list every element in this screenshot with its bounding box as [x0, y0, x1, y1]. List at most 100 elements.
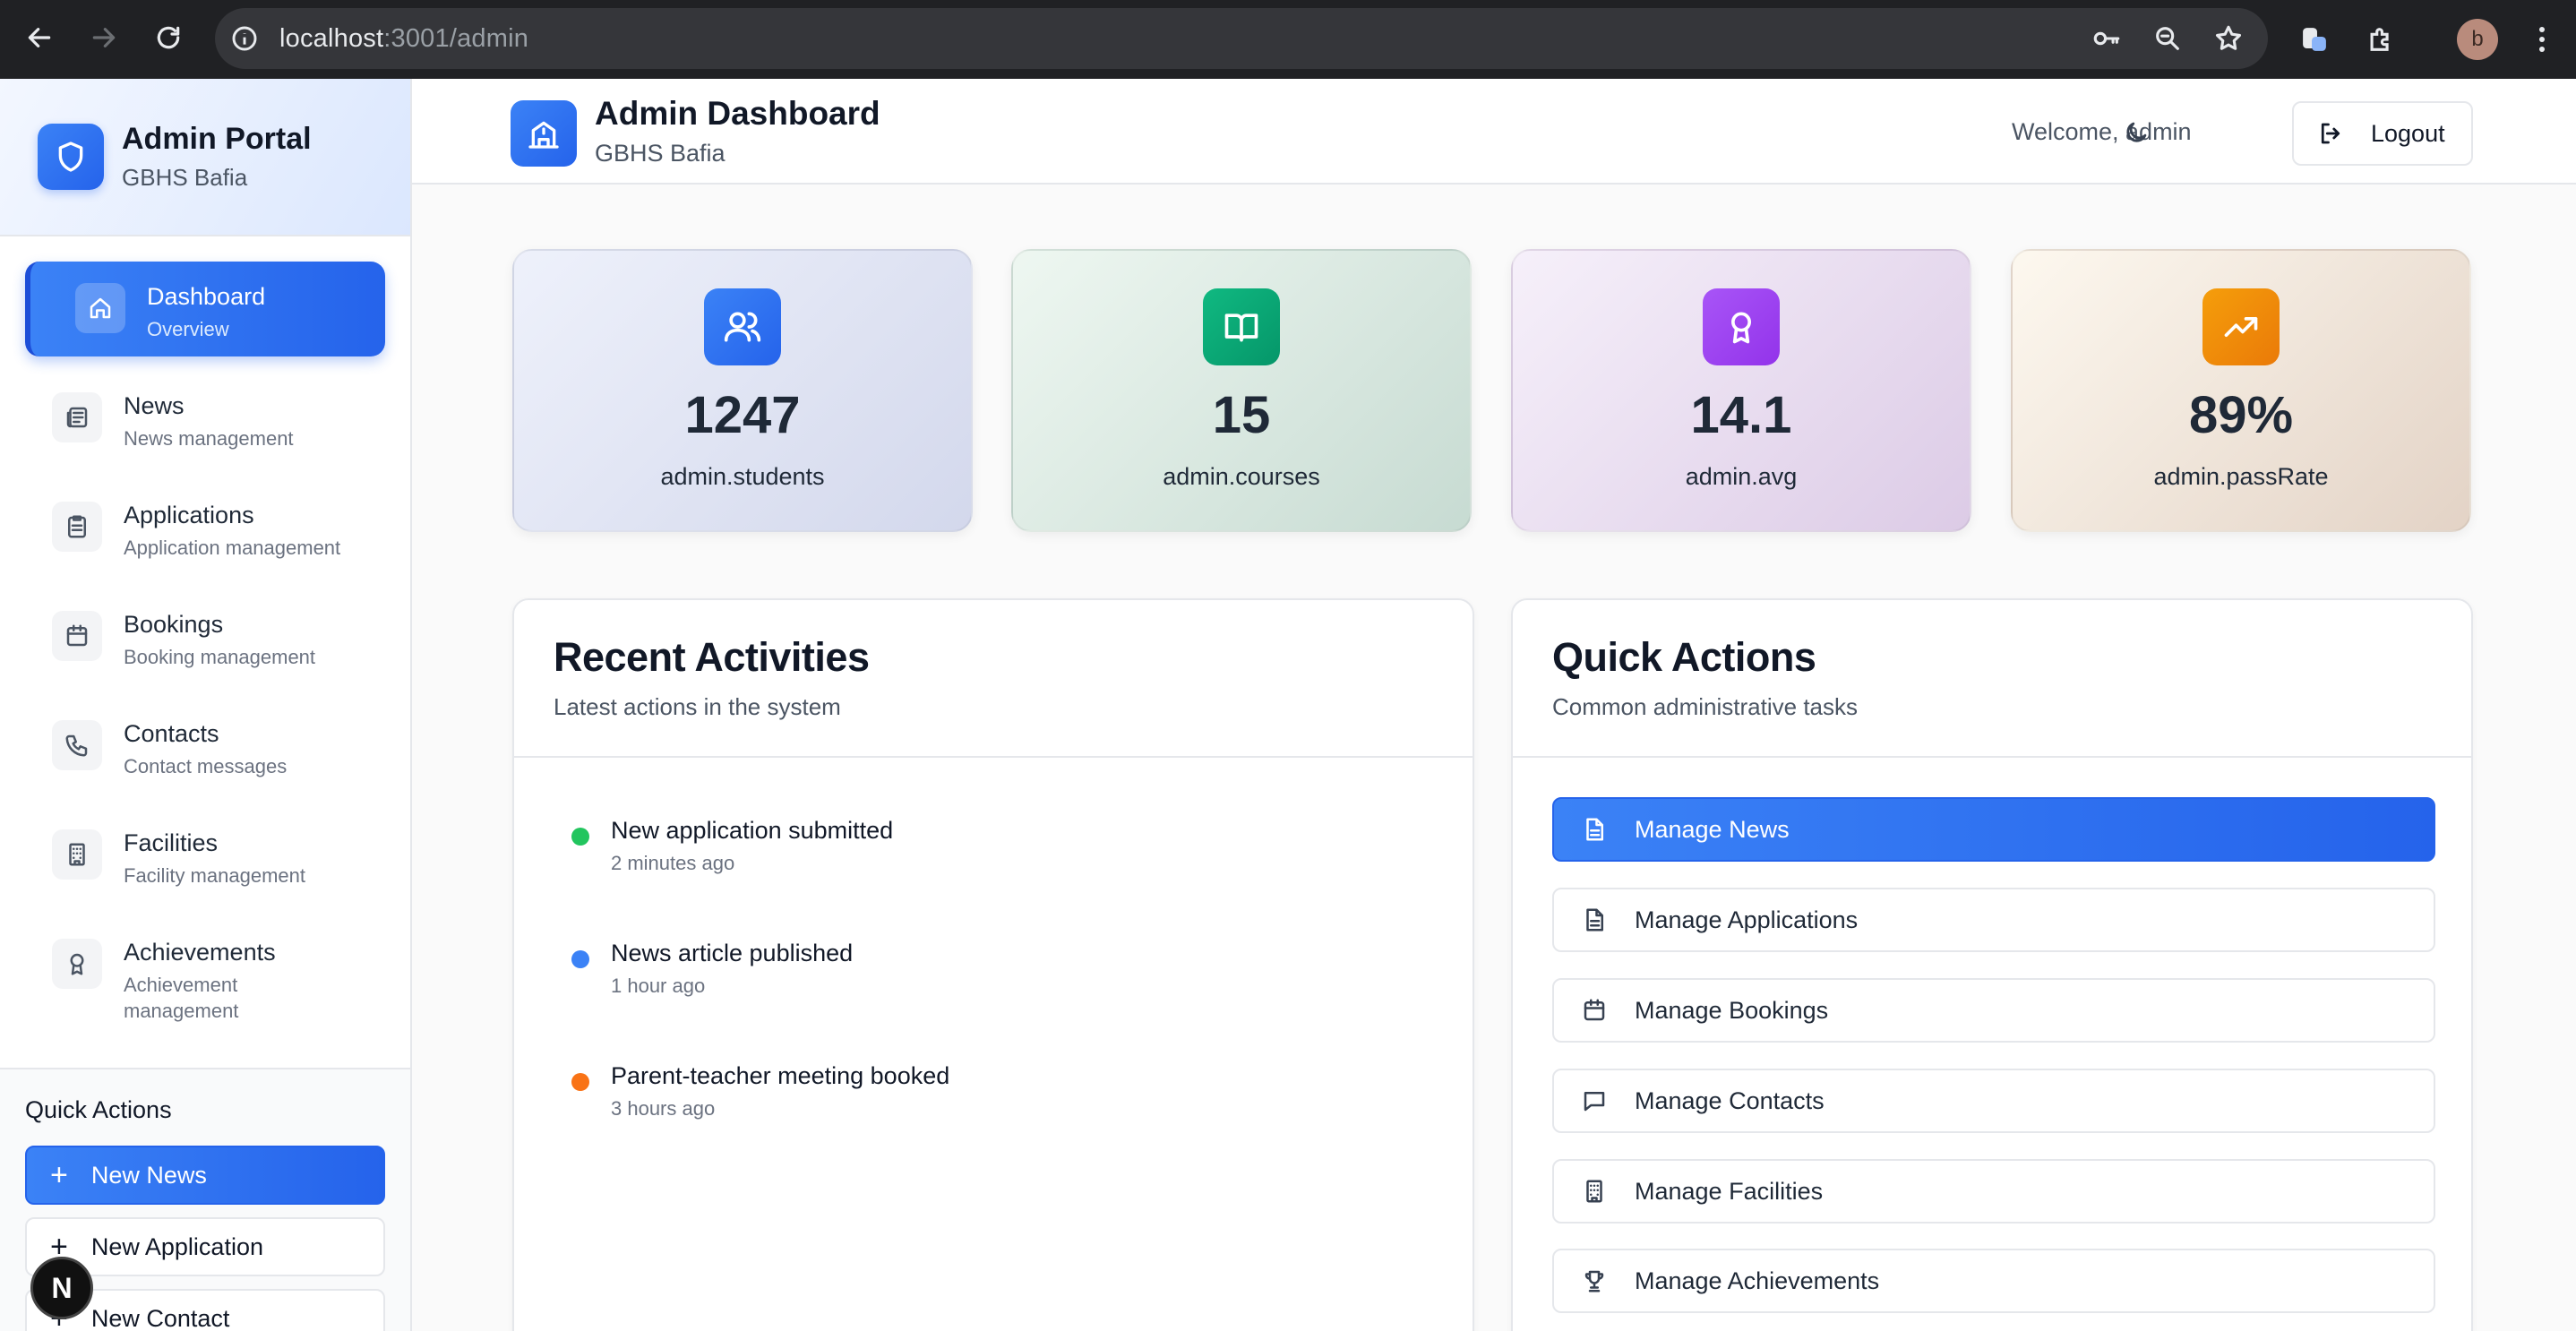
activity-text: Parent-teacher meeting booked	[611, 1062, 950, 1089]
activity-time: 2 minutes ago	[611, 852, 735, 874]
stat-card-courses: 15 admin.courses	[1011, 249, 1472, 532]
newspaper-icon	[52, 392, 102, 442]
reload-icon[interactable]	[149, 18, 188, 57]
activity-item: News article published 1 hour ago	[571, 940, 853, 998]
address-bar[interactable]: localhost:3001/admin	[215, 8, 2268, 69]
quick-actions-panel: Quick Actions Common administrative task…	[1511, 598, 2473, 1331]
sidebar-item-label: Facilities	[124, 829, 219, 856]
sidebar-item-sublabel: Contact messages	[124, 755, 288, 777]
extension-icon[interactable]	[2295, 20, 2334, 59]
plus-icon: +	[50, 1158, 68, 1192]
sidebar-item-bookings[interactable]: Bookings Booking management	[25, 589, 385, 684]
sidebar-item-sublabel: Application management	[124, 537, 341, 559]
key-icon[interactable]	[2089, 21, 2125, 56]
logout-button[interactable]: Logout	[2292, 101, 2473, 166]
manage-facilities-button[interactable]: Manage Facilities	[1552, 1159, 2435, 1224]
browser-toolbar: localhost:3001/admin b	[0, 0, 2576, 79]
profile-avatar[interactable]: b	[2457, 19, 2498, 60]
trophy-icon	[1584, 1270, 1604, 1292]
page-title: Admin Dashboard	[595, 95, 880, 132]
file-text-icon	[1586, 818, 1603, 841]
sidebar-item-achievements[interactable]: Achievements Achievement management	[25, 917, 385, 1026]
school-icon	[511, 100, 577, 167]
welcome-text: Welcome, admin	[2012, 118, 2192, 145]
trending-up-icon	[2202, 288, 2280, 365]
clipboard-icon	[52, 502, 102, 552]
button-label: Manage News	[1635, 815, 1790, 843]
url-path: :3001/admin	[383, 23, 529, 53]
panel-title: Recent Activities	[554, 634, 870, 680]
home-icon	[75, 283, 125, 333]
panel-title: Quick Actions	[1552, 634, 1816, 680]
activity-time: 1 hour ago	[611, 975, 706, 997]
stat-label: admin.students	[660, 463, 825, 490]
stat-value: 14.1	[1690, 386, 1792, 444]
button-label: Manage Bookings	[1635, 996, 1829, 1024]
manage-bookings-button[interactable]: Manage Bookings	[1552, 978, 2435, 1043]
activity-time: 3 hours ago	[611, 1097, 716, 1120]
message-square-icon	[1584, 1092, 1605, 1112]
sidebar-item-sublabel: Overview	[147, 318, 229, 340]
recent-activities-panel: Recent Activities Latest actions in the …	[512, 598, 1474, 1331]
puzzle-icon[interactable]	[2361, 20, 2400, 59]
url-host: localhost	[279, 23, 384, 53]
sidebar-item-label: Dashboard	[147, 283, 266, 310]
sidebar-nav: Dashboard Overview News News management Ap…	[0, 236, 410, 1026]
sidebar-item-label: Bookings	[124, 611, 224, 638]
button-label: Manage Applications	[1635, 906, 1859, 933]
sidebar-item-dashboard[interactable]: Dashboard Overview	[25, 262, 385, 356]
button-label: New Contact	[90, 1304, 230, 1331]
manage-achievements-button[interactable]: Manage Achievements	[1552, 1249, 2435, 1313]
zoom-icon[interactable]	[2150, 21, 2185, 56]
logout-icon	[2321, 123, 2340, 144]
forward-icon[interactable]	[84, 18, 124, 57]
shield-icon	[38, 124, 104, 190]
phone-icon	[52, 720, 102, 770]
sidebar-item-sublabel: Facility management	[124, 864, 305, 887]
more-menu-icon[interactable]	[2529, 20, 2555, 59]
top-header: Admin Dashboard GBHS Bafia Welcome, admi…	[412, 79, 2576, 185]
building-icon	[1586, 1180, 1602, 1203]
activity-text: News article published	[611, 940, 854, 966]
stat-card-average: 14.1 admin.avg	[1511, 249, 1971, 532]
calendar-icon	[52, 611, 102, 661]
sidebar-item-contacts[interactable]: Contacts Contact messages	[25, 699, 385, 794]
sidebar-quick-actions-title: Quick Actions	[25, 1096, 172, 1123]
building-icon	[52, 829, 102, 880]
url-text[interactable]: localhost:3001/admin	[279, 24, 528, 54]
status-dot	[571, 828, 589, 846]
stat-card-pass-rate: 89% admin.passRate	[2011, 249, 2471, 532]
award-icon	[1703, 288, 1780, 365]
new-news-button[interactable]: + New News	[25, 1146, 385, 1205]
calendar-icon	[1584, 999, 1605, 1021]
sidebar-item-label: Contacts	[124, 720, 219, 747]
activity-item: Parent-teacher meeting booked 3 hours ago	[571, 1062, 949, 1121]
logout-label: Logout	[2371, 119, 2445, 147]
manage-contacts-button[interactable]: Manage Contacts	[1552, 1069, 2435, 1133]
sidebar-subtitle: GBHS Bafia	[122, 164, 248, 191]
button-label: Manage Contacts	[1635, 1086, 1825, 1114]
activity-item: New application submitted 2 minutes ago	[571, 817, 893, 875]
button-label: Manage Facilities	[1635, 1177, 1824, 1205]
manage-applications-button[interactable]: Manage Applications	[1552, 888, 2435, 952]
page-subtitle: GBHS Bafia	[595, 140, 726, 167]
stat-label: admin.courses	[1163, 463, 1320, 490]
manage-news-button[interactable]: Manage News	[1552, 797, 2435, 862]
moon-icon[interactable]	[2118, 115, 2154, 150]
status-dot	[571, 950, 589, 968]
sidebar-item-applications[interactable]: Applications Application management	[25, 480, 385, 575]
back-icon[interactable]	[20, 18, 59, 57]
site-info-icon[interactable]	[229, 23, 260, 54]
sidebar-title: Admin Portal	[122, 122, 312, 156]
status-dot	[571, 1073, 589, 1091]
sidebar-item-label: Applications	[124, 502, 254, 528]
dev-tools-badge[interactable]: N	[30, 1257, 93, 1319]
bookmark-star-icon[interactable]	[2211, 21, 2246, 56]
stat-label: admin.passRate	[2153, 463, 2329, 490]
sidebar-item-news[interactable]: News News management	[25, 371, 385, 466]
activity-text: New application submitted	[611, 817, 894, 844]
sidebar-item-facilities[interactable]: Facilities Facility management	[25, 808, 385, 903]
sidebar-header: Admin Portal GBHS Bafia	[0, 79, 410, 236]
button-label: Manage Achievements	[1635, 1267, 1880, 1294]
sidebar-item-sublabel: Booking management	[124, 646, 316, 668]
